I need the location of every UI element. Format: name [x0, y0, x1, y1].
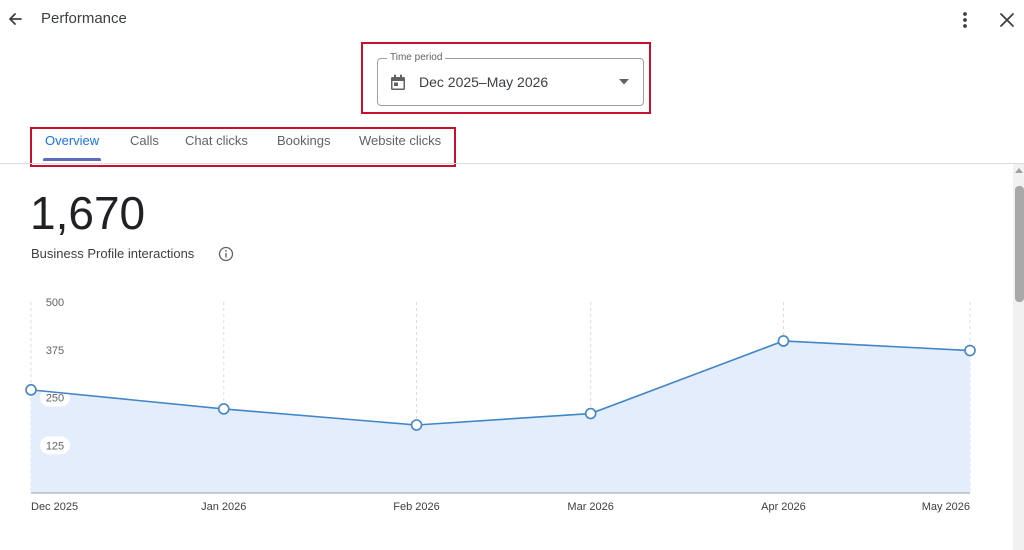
interactions-total: 1,670	[30, 187, 146, 239]
time-period-value: Dec 2025–May 2026	[419, 74, 549, 90]
close-icon	[1000, 13, 1014, 27]
dropdown-arrow-icon	[619, 79, 629, 85]
info-icon[interactable]	[218, 246, 234, 262]
y-tick-label: 500	[46, 297, 64, 309]
tab-website-clicks[interactable]: Website clicks	[359, 133, 441, 148]
arrow-back-icon	[9, 13, 22, 25]
x-tick-label: May 2026	[922, 501, 970, 513]
x-tick-label: Apr 2026	[761, 501, 806, 513]
data-point	[777, 335, 790, 347]
y-tick-label: 125	[46, 440, 64, 452]
data-point	[25, 384, 37, 396]
back-button[interactable]	[4, 8, 26, 30]
data-point	[584, 407, 597, 420]
tab-calls[interactable]: Calls	[130, 133, 159, 148]
tab-bookings[interactable]: Bookings	[277, 133, 330, 148]
y-tick-label: 250	[46, 393, 64, 405]
x-tick-label: Mar 2026	[567, 501, 613, 513]
time-period-label: Time period	[387, 52, 446, 64]
tab-chat-clicks[interactable]: Chat clicks	[185, 133, 248, 148]
interactions-chart: 500 375 250 125 Dec 2025 Jan 2026 Feb 2026 Mar …	[25, 297, 976, 513]
calendar-icon	[391, 74, 405, 90]
tab-overview[interactable]: Overview	[45, 133, 99, 148]
x-tick-label: Dec 2025	[31, 501, 78, 513]
time-period-select[interactable]: Time period Dec 2025–May 2026	[377, 52, 644, 106]
y-tick-label: 375	[46, 345, 64, 357]
top-bar: Performance	[0, 0, 1024, 40]
data-point	[217, 403, 230, 415]
tabs-divider	[0, 163, 1024, 164]
series-area	[31, 340, 970, 493]
x-tick-label: Jan 2026	[201, 501, 246, 513]
interactions-label: Business Profile interactions	[31, 246, 195, 261]
data-point	[410, 419, 423, 431]
more-vert-icon	[963, 12, 967, 28]
data-point	[964, 344, 976, 357]
scroll-up-arrow-icon[interactable]	[1015, 168, 1023, 173]
active-tab-indicator	[43, 158, 101, 161]
x-tick-label: Feb 2026	[393, 501, 439, 513]
scrollbar-thumb[interactable]	[1015, 186, 1024, 302]
more-options-button[interactable]	[955, 9, 975, 31]
close-button[interactable]	[996, 9, 1018, 31]
page-title: Performance	[41, 10, 127, 27]
